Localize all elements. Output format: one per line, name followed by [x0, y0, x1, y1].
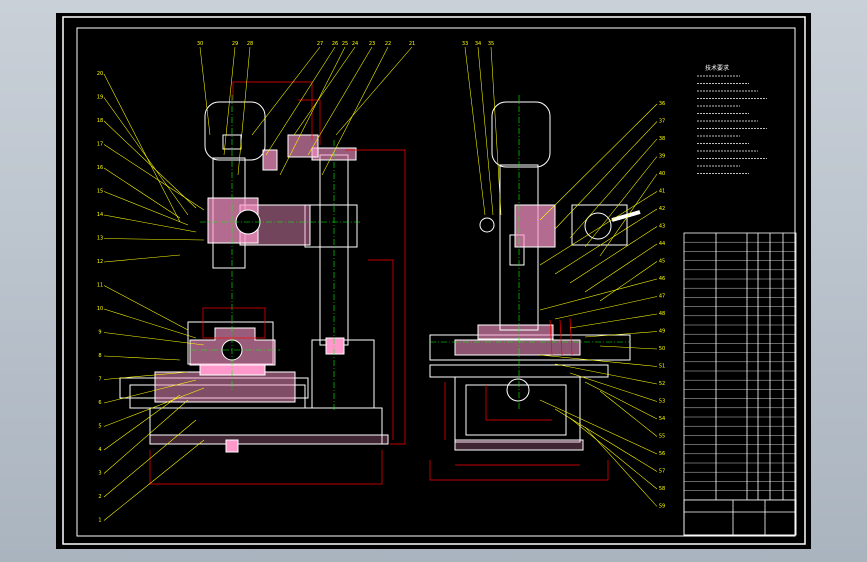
balloon-49: 49 — [659, 329, 665, 335]
balloon-12: 12 — [97, 259, 103, 265]
balloon-19: 19 — [97, 95, 103, 101]
balloon-3: 3 — [98, 471, 101, 477]
balloon-29: 29 — [232, 41, 238, 47]
balloon-8: 8 — [98, 353, 101, 359]
balloon-36: 36 — [659, 101, 665, 107]
balloon-17: 17 — [97, 142, 103, 148]
balloon-50: 50 — [659, 346, 665, 352]
balloon-44: 44 — [659, 241, 665, 247]
balloon-6: 6 — [98, 400, 101, 406]
balloon-5: 5 — [98, 424, 101, 430]
table-inner — [154, 371, 296, 403]
balloon-20: 20 — [97, 71, 103, 77]
balloon-43: 43 — [659, 224, 665, 230]
balloon-46: 46 — [659, 276, 665, 282]
balloon-54: 54 — [659, 416, 665, 422]
assembly-drawing-canvas[interactable]: 201918171615141312111098765432130 29 28 27 2… — [0, 0, 867, 562]
balloon-58: 58 — [659, 486, 665, 492]
balloon-35: 35 — [488, 41, 494, 47]
balloon-30: 30 — [197, 41, 203, 47]
balloon-27: 27 — [317, 41, 323, 47]
balloon-55: 55 — [659, 434, 665, 440]
balloon-2: 2 — [98, 494, 101, 500]
balloon-14: 14 — [97, 212, 103, 218]
balloon-26: 26 — [332, 41, 338, 47]
balloon-40: 40 — [659, 171, 665, 177]
balloon-21: 21 — [409, 41, 415, 47]
notes-title: 技术要求 — [705, 64, 729, 72]
balloon-56: 56 — [659, 451, 665, 457]
side-vise — [477, 324, 554, 340]
balloon-28: 28 — [247, 41, 253, 47]
balloon-11: 11 — [97, 283, 103, 289]
balloon-34: 34 — [475, 41, 481, 47]
balloon-45: 45 — [659, 259, 665, 265]
motor-mount — [262, 149, 278, 171]
balloon-10: 10 — [97, 306, 103, 312]
balloon-41: 41 — [659, 189, 665, 195]
balloon-24: 24 — [352, 41, 358, 47]
foot-bolt — [225, 439, 239, 453]
vise-screw — [199, 364, 266, 376]
balloon-42: 42 — [659, 206, 665, 212]
balloon-22: 22 — [385, 41, 391, 47]
balloon-33: 33 — [462, 41, 468, 47]
balloon-13: 13 — [97, 236, 103, 242]
balloon-52: 52 — [659, 381, 665, 387]
drawing-sheet — [56, 13, 811, 549]
balloon-4: 4 — [98, 447, 101, 453]
balloon-48: 48 — [659, 311, 665, 317]
balloon-18: 18 — [97, 118, 103, 124]
balloon-59: 59 — [659, 504, 665, 510]
balloon-25: 25 — [342, 41, 348, 47]
balloon-47: 47 — [659, 294, 665, 300]
side-base-foot — [454, 439, 584, 451]
balloon-51: 51 — [659, 364, 665, 370]
balloon-7: 7 — [98, 377, 101, 383]
balloon-23: 23 — [369, 41, 375, 47]
balloon-1: 1 — [98, 518, 101, 524]
column-collar — [325, 337, 345, 355]
balloon-38: 38 — [659, 136, 665, 142]
balloon-37: 37 — [659, 119, 665, 125]
balloon-16: 16 — [97, 165, 103, 171]
balloon-15: 15 — [97, 189, 103, 195]
balloon-57: 57 — [659, 469, 665, 475]
balloon-9: 9 — [98, 330, 101, 336]
base-bottom-rail — [149, 434, 389, 445]
cad-viewport: 20 19 18 17 16 15 14 13 12 11 10 9 8 7 6 5 4 3 2 1 30 29 28 27 2… — [0, 0, 867, 562]
balloon-53: 53 — [659, 399, 665, 405]
balloon-39: 39 — [659, 154, 665, 160]
